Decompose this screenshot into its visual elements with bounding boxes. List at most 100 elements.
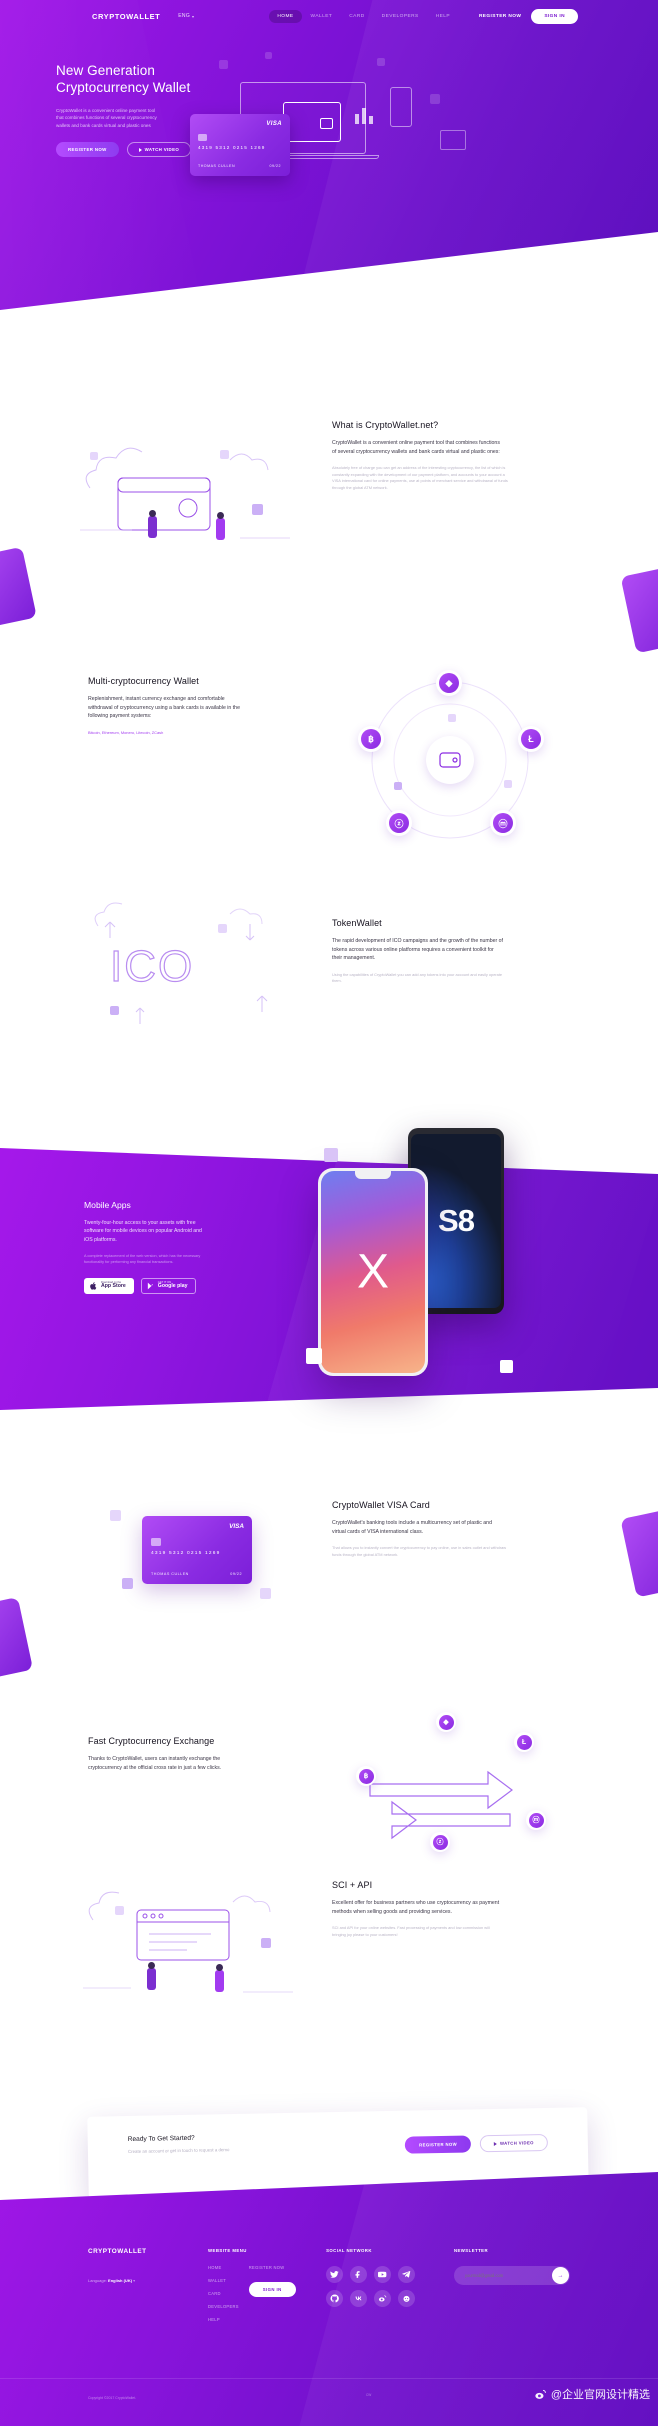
footer-link-register[interactable]: REGISTER NOW	[249, 2265, 296, 2270]
what-is-small: Absolutely free of charge you can get an…	[332, 465, 508, 490]
iphone-label: X	[356, 1245, 390, 1299]
newsletter-field[interactable]: →	[453, 2266, 570, 2285]
coin-badge-litecoin: Ł	[514, 1732, 534, 1752]
hero-section: CRYPTOWALLET ENG ▾ HOME WALLET CARD DEVE…	[0, 0, 658, 310]
reddit-icon[interactable]	[398, 2290, 416, 2307]
play-icon	[138, 147, 142, 152]
deco-square	[115, 1906, 124, 1915]
sci-api-title: SCI + API	[332, 1880, 373, 1890]
token-wallet-body: The rapid development of ICO campaigns a…	[332, 938, 503, 962]
footer-cw-mark: CW	[366, 2393, 372, 2397]
apple-icon	[90, 1282, 97, 1290]
deco-square	[306, 1348, 322, 1364]
vk-icon[interactable]	[350, 2290, 368, 2307]
deco-square	[252, 504, 263, 515]
nav-item-help[interactable]: HELP	[428, 10, 458, 23]
cta-title: Ready To Get Started?	[127, 2134, 195, 2144]
hero-watch-video-button[interactable]: WATCH VIDEO	[126, 142, 192, 158]
sci-api-section: SCI + API Excellent offer for business p…	[332, 1880, 532, 1938]
deco-square	[220, 450, 229, 459]
phone-icon	[390, 87, 412, 127]
weibo-icon	[533, 2388, 548, 2401]
newsletter-submit-button[interactable]: →	[551, 2267, 569, 2284]
top-navigation: CRYPTOWALLET ENG ▾ HOME WALLET CARD DEVE…	[0, 0, 658, 32]
person-head	[149, 510, 156, 517]
deco-square	[260, 1588, 271, 1599]
cta-watch-video-button[interactable]: WATCH VIDEO	[479, 2133, 548, 2153]
card-number: 4319 5312 0215 1269	[198, 145, 266, 150]
deco-square	[261, 1938, 271, 1948]
sci-api-illustration	[75, 1880, 300, 2030]
footer-link-card[interactable]: CARD	[208, 2291, 239, 2296]
chevron-down-icon: ▾	[133, 2278, 136, 2283]
footer-link-help[interactable]: HELP	[208, 2317, 239, 2322]
person-figure	[147, 1968, 156, 1990]
coin-badge-ethereum: ◆	[436, 1712, 456, 1732]
exchange-body: Thanks to CryptoWallet, users can instan…	[88, 1756, 222, 1771]
watermark-text: @企业官网设计精选	[550, 2389, 650, 2401]
nav-register-button[interactable]: REGISTER NOW	[479, 14, 521, 19]
hero-watch-label: WATCH VIDEO	[144, 147, 180, 153]
wallet-center-icon	[426, 736, 474, 784]
mobile-apps-small: A complete replacement of the web versio…	[84, 1254, 201, 1265]
deco-square	[394, 782, 402, 790]
newsletter-email-input[interactable]	[453, 2273, 540, 2278]
what-is-illustration	[70, 430, 300, 570]
footer-language-selector[interactable]: Language: English (UK) ▾	[88, 2278, 208, 2283]
footer-link-wallet[interactable]: WALLET	[208, 2278, 239, 2283]
youtube-icon[interactable]	[374, 2266, 392, 2283]
nav-item-wallet[interactable]: WALLET	[303, 10, 341, 23]
twitter-icon[interactable]	[326, 2266, 344, 2283]
footer-signin-button[interactable]: SIGN IN	[248, 2282, 296, 2297]
decor-blob-right	[620, 564, 658, 654]
person-head	[216, 1964, 223, 1971]
nav-item-developers[interactable]: DEVELOPERS	[374, 10, 427, 23]
facebook-icon[interactable]	[350, 2266, 368, 2283]
cta-watch-label: WATCH VIDEO	[499, 2140, 534, 2146]
decor-blob-left	[0, 546, 37, 630]
iphone-mockup: X	[318, 1168, 428, 1376]
iphone-notch	[355, 1171, 391, 1179]
appstore-button[interactable]: Download on the App Store	[84, 1277, 134, 1295]
coin-monero: ⓜ	[490, 810, 516, 836]
language-selector[interactable]: ENG ▾	[178, 13, 194, 19]
cta-register-button[interactable]: REGISTER NOW	[404, 2135, 472, 2154]
deco-square	[110, 1006, 119, 1015]
deco-square	[110, 1510, 121, 1521]
footer-signin-wrap: SIGN IN	[248, 2278, 296, 2297]
footer-menu-col2: REGISTER NOW SIGN IN	[248, 2265, 296, 2330]
multi-wallet-title: Multi-cryptocurrency Wallet	[88, 676, 199, 686]
appstore-name-label: App Store	[101, 1283, 126, 1290]
what-is-title: What is CryptoWallet.net?	[332, 420, 439, 430]
github-icon[interactable]	[326, 2290, 344, 2307]
exchange-illustration: ◆ Ł ฿ ⓜ ⓩ	[330, 1710, 570, 1860]
decor-blob-right-2	[620, 1506, 658, 1598]
deco-square	[265, 52, 272, 59]
token-wallet-section: TokenWallet The rapid development of ICO…	[332, 918, 532, 985]
mobile-apps-body: Twenty-four-hour access to your assets w…	[84, 1220, 202, 1243]
weibo-icon[interactable]	[374, 2290, 392, 2307]
deco-square	[430, 94, 440, 104]
nav-signin-button[interactable]: SIGN IN	[531, 8, 578, 24]
footer-menu-lists: HOME WALLET CARD DEVELOPERS HELP REGISTE…	[208, 2265, 326, 2330]
watermark: @企业官网设计精选	[533, 2386, 650, 2402]
nav-item-home[interactable]: HOME	[269, 9, 302, 23]
footer-newsletter-column: NEWSLETTER →	[453, 2248, 570, 2330]
googleplay-button[interactable]: GET IT ON Google play	[140, 1277, 196, 1295]
person-figure	[215, 1970, 224, 1992]
footer-brand[interactable]: CRYPTOWALLET	[88, 2248, 208, 2255]
ico-label: ICO	[109, 941, 195, 991]
what-is-section: What is CryptoWallet.net? CryptoWallet i…	[332, 420, 532, 492]
footer-menu-col1: HOME WALLET CARD DEVELOPERS HELP	[208, 2265, 239, 2330]
footer-link-home[interactable]: HOME	[208, 2265, 239, 2270]
footer-brand-column: CRYPTOWALLET Language: English (UK) ▾	[88, 2248, 208, 2330]
brand-logo[interactable]: CRYPTOWALLET	[92, 12, 160, 21]
multi-wallet-coins-link[interactable]: Bitcoin, Ethereum, Monero, Litecoin, ZCa…	[88, 730, 278, 735]
nav-item-card[interactable]: CARD	[341, 10, 372, 23]
what-is-body: CryptoWallet is a convenient online paym…	[332, 440, 500, 455]
hero-register-button[interactable]: REGISTER NOW	[56, 142, 119, 158]
deco-square	[500, 1360, 513, 1373]
telegram-icon[interactable]	[398, 2266, 416, 2283]
footer-link-developers[interactable]: DEVELOPERS	[208, 2304, 239, 2309]
android-phone-label: S8	[438, 1203, 475, 1238]
